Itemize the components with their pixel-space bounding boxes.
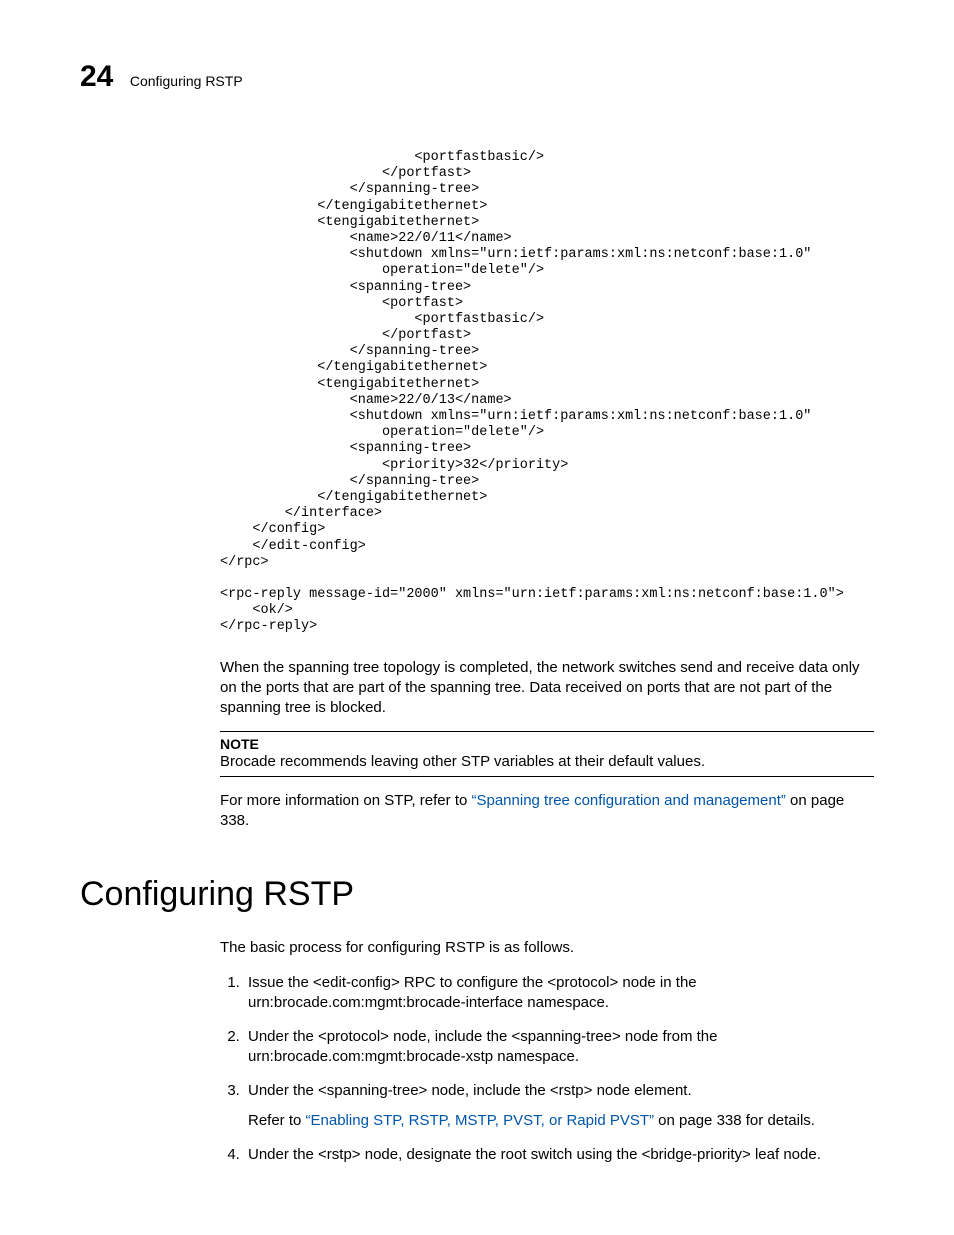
body-paragraph-with-link: For more information on STP, refer to “S… (220, 791, 874, 831)
intro-paragraph: The basic process for configuring RSTP i… (220, 938, 874, 958)
code-block: <portfastbasic/> </portfast> </spanning-… (220, 150, 874, 636)
step-text: Under the <spanning-tree> node, include … (248, 1082, 692, 1099)
note-label: NOTE (220, 736, 874, 752)
text-run: on page 338 for details. (654, 1112, 815, 1129)
step-text: Issue the <edit-config> RPC to configure… (248, 974, 697, 1011)
step-item: Issue the <edit-config> RPC to configure… (244, 973, 874, 1013)
step-item: Under the <protocol> node, include the <… (244, 1027, 874, 1067)
step-item: Under the <rstp> node, designate the roo… (244, 1145, 874, 1165)
note-text: Brocade recommends leaving other STP var… (220, 752, 874, 772)
step-text: Under the <protocol> node, include the <… (248, 1028, 718, 1065)
text-run: For more information on STP, refer to (220, 792, 472, 809)
chapter-number: 24 (80, 60, 113, 94)
body-paragraph: When the spanning tree topology is compl… (220, 658, 874, 718)
cross-reference-link[interactable]: “Enabling STP, RSTP, MSTP, PVST, or Rapi… (306, 1112, 654, 1129)
note-block: NOTE Brocade recommends leaving other ST… (220, 731, 874, 777)
heading-1: Configuring RSTP (80, 875, 874, 914)
text-run: Refer to (248, 1112, 306, 1129)
step-text: Under the <rstp> node, designate the roo… (248, 1146, 821, 1163)
cross-reference-link[interactable]: “Spanning tree configuration and managem… (472, 792, 786, 809)
step-subparagraph: Refer to “Enabling STP, RSTP, MSTP, PVST… (248, 1111, 874, 1131)
step-item: Under the <spanning-tree> node, include … (244, 1081, 874, 1131)
page-header: 24 Configuring RSTP (80, 60, 874, 94)
numbered-steps: Issue the <edit-config> RPC to configure… (220, 973, 874, 1165)
running-title: Configuring RSTP (130, 73, 243, 89)
